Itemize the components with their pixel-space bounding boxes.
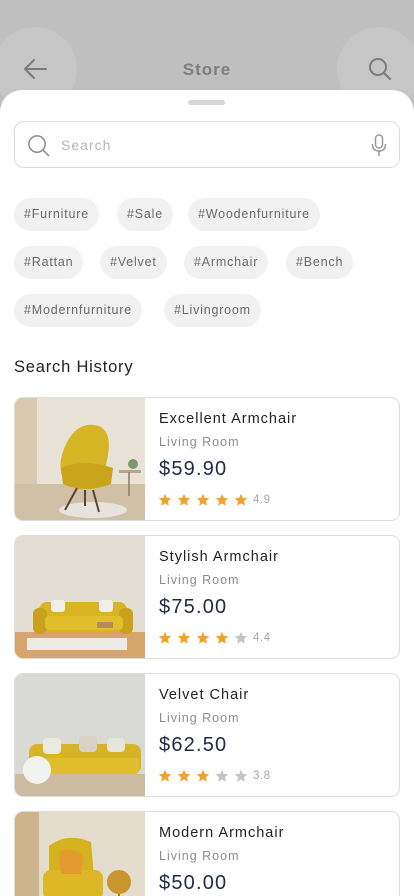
product-name: Excellent Armchair xyxy=(159,411,298,427)
rating-stars: 4.9 xyxy=(158,493,271,507)
rating-value: 4.9 xyxy=(253,494,271,506)
tag-modernfurniture[interactable]: #Modernfurniture xyxy=(14,294,142,327)
rating-stars: 3.8 xyxy=(158,769,271,783)
history-item-stylish-armchair[interactable]: Stylish Armchair Living Room $75.00 4.4 xyxy=(14,535,400,659)
product-price: $75.00 xyxy=(159,596,228,618)
tag-livingroom[interactable]: #Livingroom xyxy=(164,294,261,327)
product-category: Living Room xyxy=(159,711,240,725)
tag-armchair[interactable]: #Armchair xyxy=(184,246,269,279)
star-icon xyxy=(158,493,172,506)
search-bar[interactable] xyxy=(14,121,400,168)
product-name: Stylish Armchair xyxy=(159,549,279,565)
sheet-drag-handle[interactable] xyxy=(188,100,225,105)
product-category: Living Room xyxy=(159,849,240,863)
star-icon xyxy=(177,493,191,506)
history-item-modern-armchair[interactable]: Modern Armchair Living Room $50.00 xyxy=(14,811,400,896)
product-image xyxy=(15,398,145,520)
history-item-excellent-armchair[interactable]: Excellent Armchair Living Room $59.90 4.… xyxy=(14,397,400,521)
history-item-velvet-chair[interactable]: Velvet Chair Living Room $62.50 3.8 xyxy=(14,673,400,797)
product-price: $62.50 xyxy=(159,734,228,756)
page-title: Store xyxy=(182,60,232,79)
star-icon xyxy=(215,769,229,782)
header-search-icon[interactable] xyxy=(368,57,392,81)
star-icon xyxy=(196,769,210,782)
tag-woodenfurniture[interactable]: #Woodenfurniture xyxy=(188,198,320,231)
star-icon xyxy=(158,769,172,782)
rating-value: 3.8 xyxy=(253,770,271,782)
product-name: Modern Armchair xyxy=(159,825,285,841)
product-name: Velvet Chair xyxy=(159,687,250,703)
search-history-title: Search History xyxy=(14,358,134,376)
star-icon xyxy=(234,493,248,506)
star-icon xyxy=(177,631,191,644)
tag-velvet[interactable]: #Velvet xyxy=(100,246,167,279)
star-icon xyxy=(215,493,229,506)
star-icon xyxy=(158,631,172,644)
tag-furniture[interactable]: #Furniture xyxy=(14,198,99,231)
star-icon xyxy=(196,631,210,644)
product-price: $59.90 xyxy=(159,458,228,480)
rating-stars: 4.4 xyxy=(158,631,271,645)
search-bottom-sheet: #Furniture #Sale #Woodenfurniture #Ratta… xyxy=(0,90,414,896)
microphone-icon[interactable] xyxy=(371,134,387,157)
rating-value: 4.4 xyxy=(253,632,271,644)
product-category: Living Room xyxy=(159,573,240,587)
product-category: Living Room xyxy=(159,435,240,449)
product-image xyxy=(15,812,145,896)
search-icon xyxy=(28,135,50,157)
product-image xyxy=(15,674,145,796)
star-icon xyxy=(215,631,229,644)
star-icon xyxy=(177,769,191,782)
tag-rattan[interactable]: #Rattan xyxy=(14,246,84,279)
star-icon xyxy=(234,631,248,644)
tag-bench[interactable]: #Bench xyxy=(286,246,354,279)
product-price: $50.00 xyxy=(159,872,228,894)
star-icon xyxy=(196,493,210,506)
product-image xyxy=(15,536,145,658)
search-input[interactable] xyxy=(61,132,351,158)
tag-sale[interactable]: #Sale xyxy=(117,198,173,231)
star-icon xyxy=(234,769,248,782)
